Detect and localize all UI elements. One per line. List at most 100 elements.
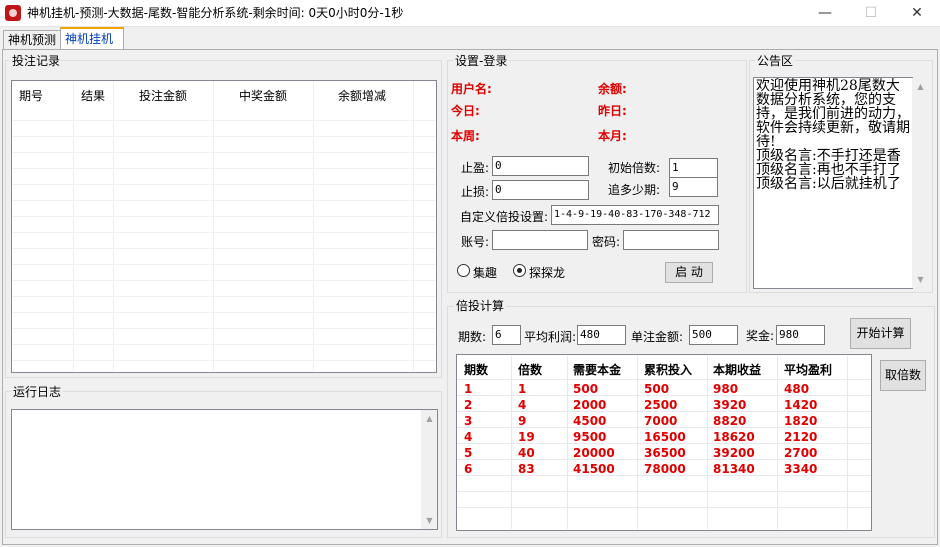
custom-mult-input[interactable]: 1-4-9-19-40-83-170-348-712 xyxy=(551,205,719,225)
calc-cell: 36500 xyxy=(644,446,686,460)
calc-cell: 39200 xyxy=(713,446,755,460)
calc-cell: 16500 xyxy=(644,430,686,444)
start-calc-button[interactable]: 开始计算 xyxy=(850,318,911,349)
account-label: 账号: xyxy=(461,235,490,249)
grid-line xyxy=(12,280,436,281)
calc-cell: 5 xyxy=(464,446,473,460)
column-header-result[interactable]: 结果 xyxy=(81,87,105,104)
grid-line xyxy=(12,344,436,345)
prize-label: 奖金: xyxy=(746,329,775,343)
notice-textbox[interactable]: 欢迎使用神机28尾数大数据分析系统，您的支持，是我们前进的动力，软件会持续更新，… xyxy=(753,77,913,289)
minimize-icon[interactable]: — xyxy=(802,0,848,27)
calc-cell: 9500 xyxy=(573,430,607,444)
custom-mult-label: 自定义倍投设置: xyxy=(460,210,549,224)
grid-line xyxy=(457,491,871,492)
calc-cell: 20000 xyxy=(573,446,615,460)
avg-profit-label: 平均利润: xyxy=(524,330,577,344)
window-title: 神机挂机-预测-大数据-尾数-智能分析系统-剩余时间: 0天0小时0分-1秒 xyxy=(27,6,404,20)
calc-cell: 980 xyxy=(713,382,739,396)
grid-line xyxy=(12,120,436,121)
chase-input[interactable]: 9 xyxy=(669,177,718,197)
calc-cell: 19 xyxy=(518,430,535,444)
notice-title: 公告区 xyxy=(755,52,796,69)
start-button[interactable]: 启 动 xyxy=(665,262,713,283)
notice-line: 顶级名言:不手打还是香 xyxy=(756,148,901,164)
tab-predict[interactable]: 神机预测 xyxy=(3,30,61,50)
grid-line xyxy=(12,296,436,297)
notice-line: 顶级名言:以后就挂机了 xyxy=(756,176,901,192)
notice-scrollbar[interactable] xyxy=(912,78,929,288)
calc-cell: 480 xyxy=(784,382,810,396)
scroll-up-icon[interactable]: ▲ xyxy=(912,78,929,95)
calc-cell: 1420 xyxy=(784,398,818,412)
take-profit-input[interactable]: 0 xyxy=(492,156,589,176)
calc-cell: 8820 xyxy=(713,414,747,428)
run-log-title: 运行日志 xyxy=(11,383,64,400)
stop-loss-input[interactable]: 0 xyxy=(492,180,589,200)
bet-record-title: 投注记录 xyxy=(10,52,63,69)
scroll-down-icon[interactable]: ▼ xyxy=(912,271,929,288)
radio-tantanlong-label[interactable]: 探探龙 xyxy=(529,264,565,281)
grid-line xyxy=(12,136,436,137)
calc-column-header: 平均盈利 xyxy=(784,363,833,377)
stop-loss-label: 止损: xyxy=(461,185,490,199)
grid-line xyxy=(12,248,436,249)
run-log-textarea[interactable] xyxy=(11,409,438,530)
grid-line xyxy=(12,152,436,153)
calc-cell: 7000 xyxy=(644,414,678,428)
scroll-up-icon[interactable]: ▲ xyxy=(421,410,438,427)
calc-cell: 500 xyxy=(644,382,670,396)
avg-profit-input[interactable]: 480 xyxy=(577,325,626,345)
calc-cell: 4 xyxy=(464,430,473,444)
prize-input[interactable]: 980 xyxy=(776,325,825,345)
grid-line xyxy=(12,200,436,201)
unit-amount-input[interactable]: 500 xyxy=(689,325,738,345)
column-header-win-amount[interactable]: 中奖金额 xyxy=(239,87,287,104)
calc-cell: 2000 xyxy=(573,398,607,412)
init-mult-input[interactable]: 1 xyxy=(669,158,718,178)
calc-cell: 6 xyxy=(464,462,473,476)
calc-cell: 1820 xyxy=(784,414,818,428)
grid-line xyxy=(12,264,436,265)
password-input[interactable] xyxy=(623,230,719,250)
grid-line xyxy=(12,360,436,361)
calc-cell: 1 xyxy=(464,382,473,396)
take-profit-label: 止盈: xyxy=(461,161,490,175)
calc-cell: 2 xyxy=(464,398,473,412)
column-header-bet-amount[interactable]: 投注金额 xyxy=(139,87,187,104)
calc-column-header: 累积投入 xyxy=(644,363,693,377)
account-input[interactable] xyxy=(492,230,588,250)
periods-input[interactable]: 6 xyxy=(492,325,521,345)
radio-jiqu-label[interactable]: 集趣 xyxy=(473,264,497,281)
password-label: 密码: xyxy=(592,235,621,249)
periods-label: 期数: xyxy=(458,330,487,344)
week-label: 本周: xyxy=(451,129,480,143)
calc-cell: 2700 xyxy=(784,446,818,460)
calc-cell: 3920 xyxy=(713,398,747,412)
column-header-period[interactable]: 期号 xyxy=(19,87,43,104)
calc-column-header: 倍数 xyxy=(518,363,543,377)
grid-line xyxy=(12,232,436,233)
bet-record-list[interactable] xyxy=(11,80,437,373)
calc-cell: 83 xyxy=(518,462,535,476)
notice-line: 欢迎使用神机28尾数大数据分析系统，您的支持，是我们前进的动力，软件会持续更新，… xyxy=(756,78,910,150)
take-mult-button[interactable]: 取倍数 xyxy=(880,360,926,391)
calc-cell: 2500 xyxy=(644,398,678,412)
app-icon xyxy=(5,5,21,21)
maximize-icon[interactable]: ☐ xyxy=(848,0,894,27)
tab-autoplay[interactable]: 神机挂机 xyxy=(60,27,124,50)
calc-cell: 9 xyxy=(518,414,527,428)
today-label: 今日: xyxy=(451,104,480,118)
close-icon[interactable]: ✕ xyxy=(894,0,940,27)
month-label: 本月: xyxy=(598,129,627,143)
calc-cell: 40 xyxy=(518,446,535,460)
calc-cell: 18620 xyxy=(713,430,755,444)
scroll-down-icon[interactable]: ▼ xyxy=(421,512,438,529)
calc-title: 倍投计算 xyxy=(454,297,507,314)
radio-tantanlong[interactable] xyxy=(513,264,526,277)
column-header-balance-change[interactable]: 余额增减 xyxy=(338,87,386,104)
radio-jiqu[interactable] xyxy=(457,264,470,277)
calc-cell: 3 xyxy=(464,414,473,428)
calc-cell: 78000 xyxy=(644,462,686,476)
calc-cell: 41500 xyxy=(573,462,615,476)
